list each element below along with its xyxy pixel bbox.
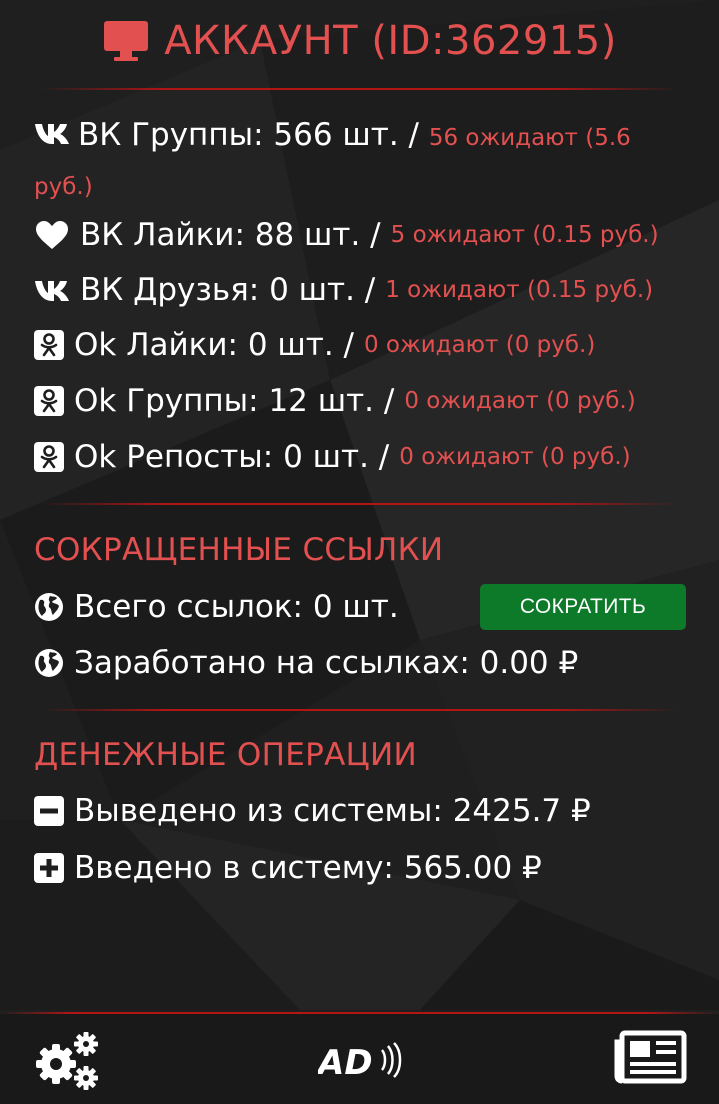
page-header: АККАУНТ (ID:362915) [0,10,719,72]
ok-likes-pending: 0 ожидают (0 руб.) [363,332,596,358]
monitor-icon [104,21,149,61]
links-earned: Заработано на ссылках: 0.00 ₽ [34,640,694,686]
money-section-title: ДЕНЕЖНЫЕ ОПЕРАЦИИ [34,737,417,773]
ok-reposts-pending: 0 ожидают (0 руб.) [399,444,631,470]
plus-square-icon [34,853,64,883]
heart-icon [36,221,68,249]
stat-vk-friends: ВК Друзья: 0 шт. / 1 ожидают (0.15 руб.) [34,267,694,313]
links-section-title: СОКРАЩЕННЫЕ ССЫЛКИ [34,532,444,568]
globe-icon [35,649,63,677]
vk-icon [35,281,69,301]
footer-divider [0,1012,719,1014]
stat-ok-reposts: Ok Репосты: 0 шт. / 0 ожидают (0 руб.) [34,434,694,480]
globe-icon [35,593,63,621]
stat-ok-groups: Ok Группы: 12 шт. / 0 ожидают (0 руб.) [34,378,694,424]
vk-friends-pending: 1 ожидают (0.15 руб.) [385,277,654,303]
divider [40,88,679,90]
stat-ok-likes: Ok Лайки: 0 шт. / 0 ожидают (0 руб.) [34,322,694,368]
shorten-button[interactable]: СОКРАТИТЬ [480,584,686,630]
page-title: АККАУНТ (ID:362915) [164,18,617,64]
vk-icon [35,124,69,144]
divider [40,709,679,711]
ok-groups-pending: 0 ожидают (0 руб.) [404,388,636,414]
links-total: Всего ссылок: 0 шт. [34,584,464,630]
divider [40,503,679,505]
odnoklassniki-icon [34,442,64,472]
newspaper-icon[interactable] [614,1030,688,1084]
odnoklassniki-icon [34,330,64,360]
money-withdrawn: Выведено из системы: 2425.7 ₽ [34,788,694,834]
ad-logo-text: AD [318,1043,373,1082]
minus-square-icon [34,796,64,826]
gears-icon[interactable] [32,1028,102,1092]
odnoklassniki-icon [34,386,64,416]
money-deposited: Введено в систему: 565.00 ₽ [34,845,694,891]
stat-vk-groups: ВК Группы: 566 шт. / 56 ожидают (5.6 руб… [34,117,631,200]
vk-likes-pending: 5 ожидают (0.15 руб.) [390,222,659,248]
ad-logo: AD [318,1042,402,1082]
stat-vk-likes: ВК Лайки: 88 шт. / 5 ожидают (0.15 руб.) [34,212,694,258]
